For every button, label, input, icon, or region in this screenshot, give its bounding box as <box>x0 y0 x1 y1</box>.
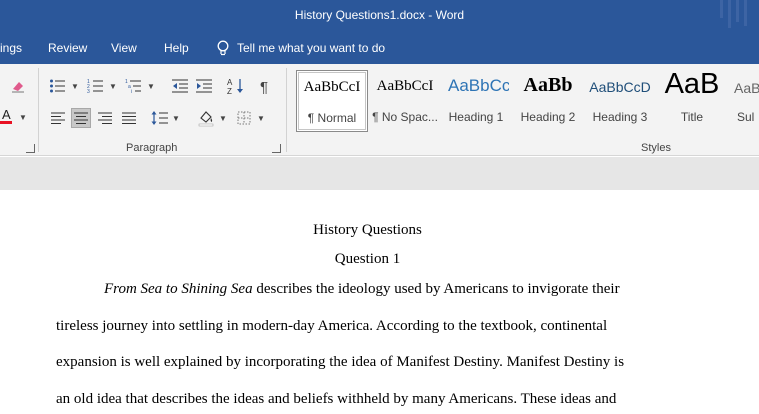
align-right-button[interactable] <box>95 108 115 128</box>
book-title: From Sea to Shining Sea <box>104 281 253 297</box>
font-color-icon: A <box>0 107 12 124</box>
sort-icon: A Z <box>227 78 243 95</box>
style-preview: AaBbCcI <box>376 78 434 94</box>
style-preview: AaBb <box>523 74 573 96</box>
style-preview: AaBb <box>734 80 759 96</box>
window-title: History Questions1.docx - Word <box>294 8 465 22</box>
tab-review[interactable]: Review <box>48 41 87 55</box>
style-name: Sul <box>737 110 755 124</box>
justify-button[interactable] <box>119 108 139 128</box>
align-center-button[interactable] <box>71 108 91 128</box>
borders-icon <box>237 111 251 125</box>
eraser-icon <box>12 82 24 93</box>
svg-text:A: A <box>227 78 233 87</box>
line-spacing-dropdown-icon[interactable]: ▼ <box>172 114 180 123</box>
tab-help[interactable]: Help <box>164 41 189 55</box>
ribbon: A ▼ ▼ 1 2 3 ▼ 1 a i ▼ A Z ¶ ▼ ▼ ▼ Paragr… <box>0 64 759 156</box>
svg-text:A: A <box>2 107 11 122</box>
pilcrow-icon: ¶ <box>260 79 268 94</box>
shading-button[interactable] <box>196 108 216 128</box>
shading-dropdown-icon[interactable]: ▼ <box>219 114 227 123</box>
body-line: an old idea that describes the ideas and… <box>56 391 617 407</box>
decrease-indent-icon <box>172 79 188 93</box>
style-preview: AaBbCc <box>448 76 509 95</box>
style-subtitle[interactable]: AaBb Sul <box>730 70 759 132</box>
style-name: Title <box>680 110 704 124</box>
line-spacing-button[interactable] <box>150 108 170 128</box>
document-title: History Questions <box>313 222 422 238</box>
style-preview: AaBbCcI <box>303 79 361 95</box>
increase-indent-button[interactable] <box>194 76 214 96</box>
increase-indent-icon <box>196 79 212 93</box>
borders-button[interactable] <box>234 108 254 128</box>
numbering-icon: 1 2 3 <box>87 79 103 94</box>
svg-text:i: i <box>131 89 132 94</box>
bullets-button[interactable] <box>48 76 68 96</box>
show-formatting-marks-button[interactable]: ¶ <box>256 76 276 96</box>
ribbon-tabs: ings Review View Help Tell me what you w… <box>0 34 759 64</box>
numbering-button[interactable]: 1 2 3 <box>86 76 106 96</box>
align-right-icon <box>98 112 112 124</box>
font-dialog-launcher[interactable] <box>26 144 35 153</box>
style-title[interactable]: AaB Title <box>658 68 726 132</box>
tab-mailings[interactable]: ings <box>0 41 22 55</box>
style-heading-1[interactable]: AaBbCc Heading 1 <box>443 70 509 132</box>
tell-me-text: Tell me what you want to do <box>237 41 386 55</box>
line-spacing-icon <box>151 111 168 125</box>
lightbulb-icon <box>217 40 229 56</box>
multilevel-list-dropdown-icon[interactable]: ▼ <box>147 82 155 91</box>
paragraph-dialog-launcher[interactable] <box>272 144 281 153</box>
paragraph-group-label: Paragraph <box>126 142 178 154</box>
bullets-icon <box>50 79 65 93</box>
question-heading: Question 1 <box>334 251 401 267</box>
body-line: expansion is well explained by incorpora… <box>56 354 625 370</box>
decrease-indent-button[interactable] <box>170 76 190 96</box>
justify-icon <box>122 112 136 124</box>
multilevel-list-icon: 1 a i <box>125 79 141 94</box>
document-page[interactable]: History Questions Question 1 From Sea to… <box>0 190 759 414</box>
clear-formatting-button[interactable] <box>8 76 28 96</box>
style-no-spacing[interactable]: AaBbCcI ¶ No Spac... <box>370 70 440 132</box>
style-heading-3[interactable]: AaBbCcD Heading 3 <box>585 70 655 132</box>
numbering-dropdown-icon[interactable]: ▼ <box>109 82 117 91</box>
style-name: Heading 1 <box>448 110 504 124</box>
title-bar: History Questions1.docx - Word <box>0 0 759 34</box>
bullets-dropdown-icon[interactable]: ▼ <box>71 82 79 91</box>
account-icon[interactable] <box>718 0 752 30</box>
svg-text:Z: Z <box>227 87 232 95</box>
style-name: Heading 2 <box>520 110 576 124</box>
document-canvas-gap <box>0 157 759 190</box>
style-name: ¶ Normal <box>307 111 357 125</box>
font-color-button[interactable]: A <box>0 106 16 126</box>
style-preview: AaB <box>664 68 720 100</box>
style-preview: AaBbCcD <box>589 79 651 95</box>
multilevel-list-button[interactable]: 1 a i <box>124 76 144 96</box>
svg-text:3: 3 <box>87 89 90 94</box>
borders-dropdown-icon[interactable]: ▼ <box>257 114 265 123</box>
sort-button[interactable]: A Z <box>226 76 246 96</box>
style-name: Heading 3 <box>592 110 648 124</box>
body-line: tireless journey into settling in modern… <box>56 318 608 334</box>
styles-group-label: Styles <box>641 142 671 154</box>
body-line: From Sea to Shining Sea describes the id… <box>104 281 620 298</box>
style-heading-2[interactable]: AaBb Heading 2 <box>513 70 583 132</box>
paint-bucket-icon <box>198 111 214 127</box>
align-left-button[interactable] <box>48 108 68 128</box>
body-line-text: describes the ideology used by Americans… <box>252 281 620 297</box>
group-separator <box>38 68 39 152</box>
svg-text:¶: ¶ <box>260 79 268 94</box>
styles-gallery: AaBbCcI ¶ Normal AaBbCcI ¶ No Spac... Aa… <box>292 68 759 134</box>
align-left-icon <box>51 112 65 124</box>
tab-view[interactable]: View <box>111 41 137 55</box>
tell-me-search[interactable]: Tell me what you want to do <box>217 40 385 56</box>
font-color-dropdown-icon[interactable]: ▼ <box>19 113 27 122</box>
style-normal[interactable]: AaBbCcI ¶ Normal <box>296 70 368 132</box>
style-name: ¶ No Spac... <box>372 110 438 124</box>
align-center-icon <box>74 112 88 124</box>
group-separator <box>286 68 287 152</box>
